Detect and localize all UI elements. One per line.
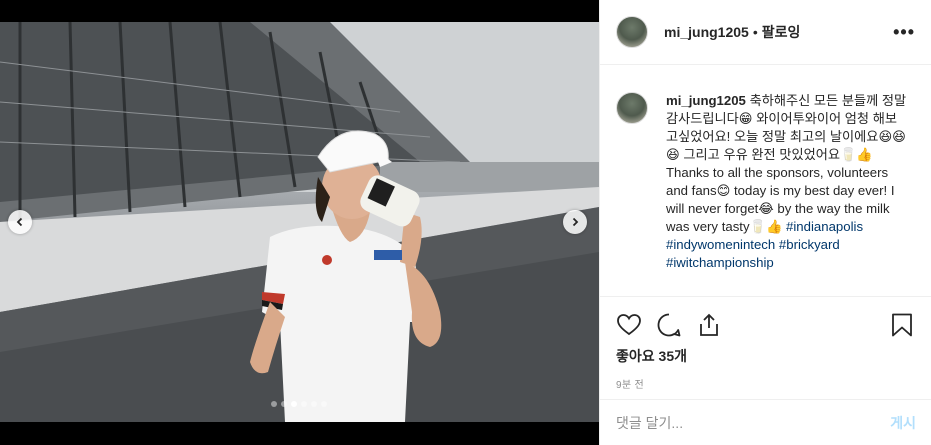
post-header: mi_jung1205 • 팔로잉 ••• xyxy=(600,0,931,65)
chevron-left-icon xyxy=(16,217,23,227)
comment-box: 게시 xyxy=(600,399,931,445)
caption-username[interactable]: mi_jung1205 xyxy=(666,93,746,108)
carousel-dot xyxy=(271,401,277,407)
hashtag-link[interactable]: #indianapolis xyxy=(786,219,863,234)
carousel-dot-active xyxy=(291,401,297,407)
caption-body: 축하해주신 모든 분들께 정말 감사드립니다😁 와이어투와이어 엄청 해보고싶었… xyxy=(666,93,907,234)
post-timestamp[interactable]: 9분 전 xyxy=(600,366,931,391)
following-button[interactable]: 팔로잉 xyxy=(762,22,801,42)
avatar[interactable] xyxy=(616,16,648,48)
post-photo[interactable] xyxy=(0,22,599,422)
carousel-dot xyxy=(311,401,317,407)
carousel-indicator xyxy=(271,401,327,407)
carousel-dot xyxy=(321,401,327,407)
photo-illustration xyxy=(0,22,599,422)
caption-area: mi_jung1205 축하해주신 모든 분들께 정말 감사드립니다😁 와이어투… xyxy=(600,65,931,297)
heart-icon xyxy=(617,314,641,336)
carousel-dot xyxy=(281,401,287,407)
carousel-dot xyxy=(301,401,307,407)
next-slide-button[interactable] xyxy=(563,210,587,234)
post-comment-button[interactable]: 게시 xyxy=(890,413,916,433)
share-button[interactable] xyxy=(696,312,722,338)
like-button[interactable] xyxy=(616,312,642,338)
chevron-right-icon xyxy=(572,217,579,227)
comment-button[interactable] xyxy=(656,312,682,338)
post-details-panel: mi_jung1205 • 팔로잉 ••• mi_jung1205 축하해주신 … xyxy=(599,0,931,445)
save-button[interactable] xyxy=(889,312,915,338)
photo-area xyxy=(0,0,599,445)
header-username[interactable]: mi_jung1205 xyxy=(664,24,749,40)
hashtag-link[interactable]: #brickyard xyxy=(779,237,840,252)
comment-icon xyxy=(657,313,681,337)
like-count[interactable]: 좋아요 35개 xyxy=(600,343,931,366)
share-icon xyxy=(700,313,718,336)
previous-slide-button[interactable] xyxy=(8,210,32,234)
caption-avatar[interactable] xyxy=(616,92,648,124)
action-bar xyxy=(600,297,931,343)
hashtag-link[interactable]: #iwitchampionship xyxy=(666,255,774,270)
more-options-icon[interactable]: ••• xyxy=(893,22,915,43)
hashtag-link[interactable]: #indywomenintech xyxy=(666,237,775,252)
caption-text: mi_jung1205 축하해주신 모든 분들께 정말 감사드립니다😁 와이어투… xyxy=(666,92,908,296)
separator: • xyxy=(752,24,758,40)
comment-input[interactable] xyxy=(616,414,891,431)
bookmark-icon xyxy=(892,313,912,337)
